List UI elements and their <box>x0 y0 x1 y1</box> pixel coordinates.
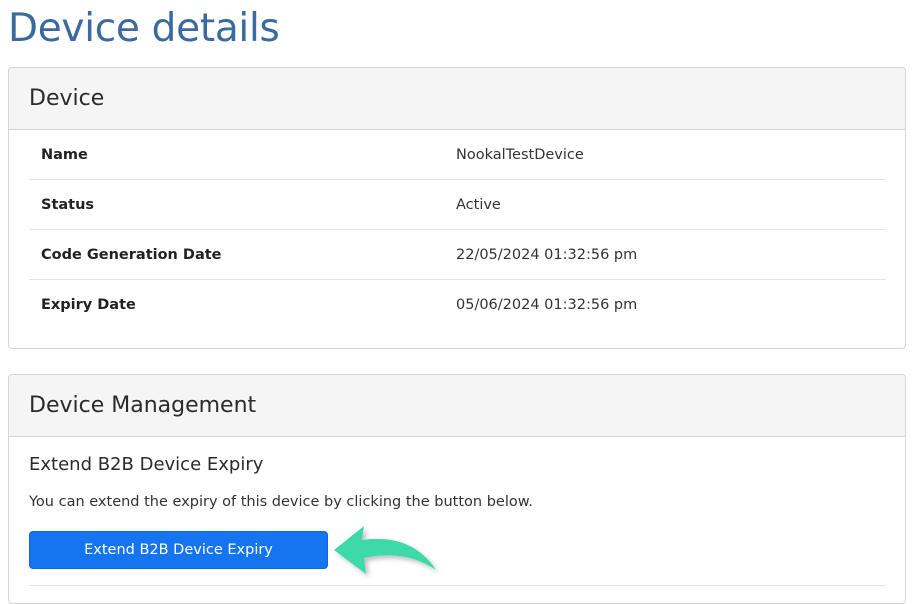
table-row: Expiry Date 05/06/2024 01:32:56 pm <box>29 280 886 330</box>
table-row: Status Active <box>29 180 886 230</box>
device-card: Device Name NookalTestDevice Status Acti… <box>8 67 906 349</box>
name-label: Name <box>41 146 88 163</box>
code-generation-date-label: Code Generation Date <box>41 246 222 263</box>
extend-expiry-button[interactable]: Extend B2B Device Expiry <box>29 531 328 569</box>
device-management-card-title: Device Management <box>29 393 257 418</box>
table-row: Name NookalTestDevice <box>29 130 886 180</box>
curved-arrow-left-icon <box>334 526 436 574</box>
table-row: Code Generation Date 22/05/2024 01:32:56… <box>29 230 886 280</box>
extend-expiry-description: You can extend the expiry of this device… <box>29 494 533 510</box>
page-title: Device details <box>8 6 280 51</box>
device-card-title: Device <box>29 86 105 111</box>
expiry-date-value: 05/06/2024 01:32:56 pm <box>456 297 638 313</box>
extend-expiry-heading: Extend B2B Device Expiry <box>29 454 264 475</box>
device-card-header: Device <box>9 68 905 130</box>
expiry-date-label: Expiry Date <box>41 297 136 313</box>
device-management-card-header: Device Management <box>9 375 905 437</box>
divider <box>29 585 886 586</box>
name-value: NookalTestDevice <box>456 146 584 163</box>
code-generation-date-value: 22/05/2024 01:32:56 pm <box>456 246 638 263</box>
status-label: Status <box>41 196 95 213</box>
status-value: Active <box>456 196 501 213</box>
device-details-table: Name NookalTestDevice Status Active Code… <box>29 130 886 330</box>
device-management-card: Device Management Extend B2B Device Expi… <box>8 374 906 604</box>
